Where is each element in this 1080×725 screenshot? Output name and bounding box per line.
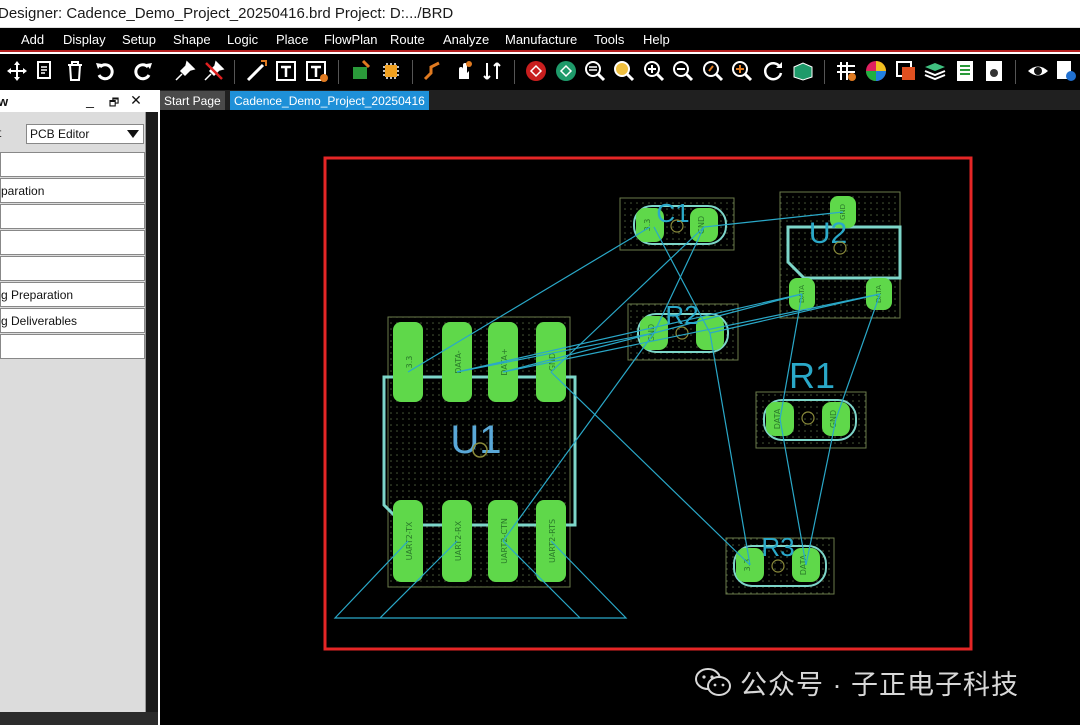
component-r1[interactable]: R1 DATA GND: [755, 355, 867, 449]
menu-tools[interactable]: Tools: [594, 32, 624, 47]
tab-active-document[interactable]: Cadence_Demo_Project_20250416: [230, 91, 429, 110]
panel-body: t PCB Editor paration g Preparation g De…: [0, 112, 146, 712]
shape-icon[interactable]: [553, 58, 579, 84]
pin-label: 3.3: [405, 356, 414, 369]
pin-label: 3.3: [743, 559, 752, 572]
zoom-fit-icon[interactable]: [582, 58, 608, 84]
drc-icon[interactable]: [523, 58, 549, 84]
add-text-icon[interactable]: [274, 58, 300, 84]
zoom-out-icon[interactable]: [670, 58, 696, 84]
zoom-in-icon[interactable]: [641, 58, 667, 84]
menu-display[interactable]: Display: [63, 32, 106, 47]
change-text-icon[interactable]: [304, 58, 330, 84]
flow-item[interactable]: [0, 256, 145, 281]
chevron-down-icon: [127, 130, 139, 138]
pin-label: DATA: [798, 285, 806, 303]
pin-label: GND: [829, 410, 838, 428]
settings-icon[interactable]: [981, 58, 1007, 84]
fanout-icon[interactable]: [480, 58, 506, 84]
c1-ref: C1: [656, 198, 689, 228]
toolbar: [0, 54, 1080, 90]
menu-bar: Add Display Setup Shape Logic Place Flow…: [0, 28, 1080, 52]
menu-help[interactable]: Help: [643, 32, 670, 47]
info-icon[interactable]: [1053, 58, 1079, 84]
zoom-world-icon[interactable]: [729, 58, 755, 84]
flow-item-manufacturing-deliverables[interactable]: g Deliverables: [0, 308, 145, 333]
pin-label: 3.3: [643, 219, 652, 232]
restore-icon[interactable]: 🗗: [106, 94, 122, 113]
3d-view-icon[interactable]: [790, 58, 816, 84]
flow-item[interactable]: [0, 152, 145, 177]
stack-icon[interactable]: [922, 58, 948, 84]
menu-shape[interactable]: Shape: [173, 32, 211, 47]
place-icon[interactable]: [348, 58, 374, 84]
pin-icon[interactable]: [172, 58, 198, 84]
layer-icon[interactable]: [893, 58, 919, 84]
component-u1[interactable]: U1 3.3 DATA- DATA+ GND UART2-TX UART2-RX…: [382, 316, 577, 588]
redraw-icon[interactable]: [760, 58, 786, 84]
watermark: 公众号 · 子正电子科技: [694, 664, 1019, 700]
menu-setup[interactable]: Setup: [122, 32, 156, 47]
flow-item[interactable]: [0, 230, 145, 255]
component-u2[interactable]: U2 GND DATA DATA: [779, 191, 902, 319]
undo-icon[interactable]: [92, 58, 118, 84]
redo-icon[interactable]: [130, 58, 156, 84]
panel-title: w: [0, 94, 9, 109]
watermark-text: 公众号 · 子正电子科技: [740, 669, 1019, 700]
menu-flowplan[interactable]: FlowPlan: [324, 32, 377, 47]
component-r3[interactable]: R3 3.3 DATA: [725, 532, 835, 595]
workflow-panel: w _ 🗗 ✕ t PCB Editor paration g Preparat…: [0, 90, 158, 725]
add-line-icon[interactable]: [244, 58, 270, 84]
zoom-previous-icon[interactable]: [700, 58, 726, 84]
panel-scrollbar[interactable]: [146, 112, 158, 712]
pin-label: UART2-RX: [454, 520, 463, 561]
document-tabs: Start Page Cadence_Demo_Project_20250416: [160, 90, 1080, 110]
panel-header: w _ 🗗 ✕: [0, 90, 158, 112]
flow-item-preparation[interactable]: paration: [0, 178, 145, 203]
flow-item[interactable]: [0, 334, 145, 359]
grid-icon[interactable]: [833, 58, 859, 84]
pin-label: UART2-CTN: [500, 518, 509, 564]
menu-place[interactable]: Place: [276, 32, 309, 47]
r3-ref: R3: [761, 532, 794, 562]
delete-icon[interactable]: [62, 58, 88, 84]
visibility-icon[interactable]: [1025, 58, 1051, 84]
pin-label: DATA-: [454, 350, 463, 373]
window-title: Designer: Cadence_Demo_Project_20250416.…: [0, 5, 454, 22]
editor-select[interactable]: PCB Editor: [26, 124, 144, 144]
title-bar: Designer: Cadence_Demo_Project_20250416.…: [0, 0, 1080, 28]
close-icon[interactable]: ✕: [128, 92, 144, 109]
pcb-canvas[interactable]: U1 3.3 DATA- DATA+ GND UART2-TX UART2-RX…: [160, 110, 1080, 725]
component-icon[interactable]: [378, 58, 404, 84]
route-icon[interactable]: [420, 58, 446, 84]
flow-item[interactable]: [0, 204, 145, 229]
move-icon[interactable]: [4, 58, 30, 84]
board-view: U1 3.3 DATA- DATA+ GND UART2-TX UART2-RX…: [323, 156, 973, 651]
wechat-logo-icon: [695, 668, 731, 696]
zoom-search-icon[interactable]: [611, 58, 637, 84]
component-c1[interactable]: C1 3.3 GND: [619, 197, 735, 251]
color-icon[interactable]: [863, 58, 889, 84]
tab-start-page[interactable]: Start Page: [160, 91, 225, 110]
menu-manufacture[interactable]: Manufacture: [505, 32, 577, 47]
copy-icon[interactable]: [32, 58, 58, 84]
r1-ref: R1: [789, 355, 835, 396]
editor-select-value: PCB Editor: [30, 127, 90, 141]
u2-ref: U2: [809, 217, 847, 250]
unpin-icon[interactable]: [201, 58, 227, 84]
pin-label: UART2-RTS: [548, 519, 557, 563]
flow-item-routing-preparation[interactable]: g Preparation: [0, 282, 145, 307]
pin-label: UART2-TX: [405, 521, 414, 560]
report-icon[interactable]: [952, 58, 978, 84]
menu-add[interactable]: Add: [21, 32, 44, 47]
editor-label: t: [0, 126, 1, 140]
slide-icon[interactable]: [450, 58, 476, 84]
menu-logic[interactable]: Logic: [227, 32, 258, 47]
minimize-icon[interactable]: _: [82, 92, 98, 108]
menu-route[interactable]: Route: [390, 32, 425, 47]
menu-analyze[interactable]: Analyze: [443, 32, 489, 47]
